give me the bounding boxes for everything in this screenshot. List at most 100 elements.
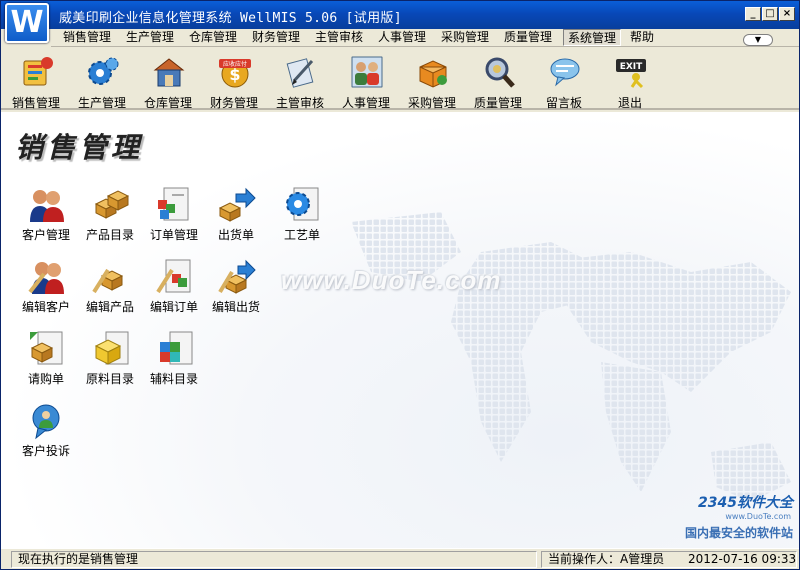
minimize-button[interactable]: _ [745, 7, 761, 21]
func-edit-shipping[interactable]: 编辑出货 [201, 258, 271, 320]
toolbar-message-board-button[interactable]: 留言板 [533, 53, 595, 110]
toolbar-label: 财务管理 [209, 96, 258, 110]
menu-purchase[interactable]: 采购管理 [437, 29, 493, 46]
process-sheet-icon [286, 187, 319, 221]
func-order-management[interactable]: 订单管理 [139, 186, 209, 248]
toolbar-label: 生产管理 [77, 96, 126, 110]
toolbar-purchase-button[interactable]: 采购管理 [401, 53, 463, 110]
requisition-icon [30, 331, 63, 365]
shipping-icon [218, 187, 256, 222]
app-logo: W [5, 3, 49, 43]
func-requisition[interactable]: 请购单 [11, 330, 81, 392]
func-auxiliary-material-catalog[interactable]: 辅料目录 [139, 330, 209, 392]
func-customer-management[interactable]: 客户管理 [11, 186, 81, 248]
edit-shipping-icon [218, 259, 256, 294]
func-label: 订单管理 [149, 228, 198, 242]
func-label: 客户投诉 [21, 444, 70, 458]
func-label: 工艺单 [283, 228, 320, 242]
func-product-catalog[interactable]: 产品目录 [75, 186, 145, 248]
func-label: 客户管理 [21, 228, 70, 242]
menu-warehouse[interactable]: 仓库管理 [185, 29, 241, 46]
menu-system[interactable]: 系统管理 [563, 29, 622, 46]
complaint-icon [32, 404, 60, 440]
customers-icon [30, 190, 64, 222]
product-catalog-icon [94, 190, 130, 219]
personnel-icon [351, 56, 383, 88]
func-label: 产品目录 [85, 228, 134, 242]
raw-material-icon [94, 331, 129, 365]
toolbar-exit-button[interactable]: EXIT 退出 [599, 53, 661, 110]
func-edit-customer[interactable]: 编辑客户 [11, 258, 81, 320]
main-workspace: 销售管理 www.DuoTe.com 客户管理 产品目录 订单管理 出货单 工艺… [1, 112, 799, 548]
status-operator: 当前操作人：A管理员 [548, 552, 665, 566]
gear-production-icon [88, 57, 119, 85]
close-button[interactable]: × [779, 7, 795, 21]
window-title: 威美印刷企业信息化管理系统 WellMIS 5.06 [试用版] [59, 11, 402, 26]
edit-product-icon [92, 268, 124, 294]
toolbar-production-button[interactable]: 生产管理 [71, 53, 133, 110]
menu-expand-icon[interactable]: ▼ [743, 34, 773, 46]
toolbar-finance-button[interactable]: $ 应收应付 财务管理 [203, 53, 265, 110]
title-bar: 威美印刷企业信息化管理系统 WellMIS 5.06 [试用版] _ □ × [1, 1, 799, 29]
menu-finance[interactable]: 财务管理 [248, 29, 304, 46]
order-icon [158, 187, 189, 221]
app-window: 威美印刷企业信息化管理系统 WellMIS 5.06 [试用版] _ □ × W… [0, 0, 800, 570]
func-raw-material-catalog[interactable]: 原料目录 [75, 330, 145, 392]
menu-help[interactable]: 帮助 [626, 29, 658, 46]
auxiliary-material-icon [160, 331, 193, 365]
exit-icon: EXIT [616, 59, 646, 89]
status-bar: 现在执行的是销售管理 当前操作人：A管理员 2012-07-16 09:33 [1, 548, 799, 569]
toolbar-label: 主管审核 [275, 96, 324, 110]
menu-quality[interactable]: 质量管理 [500, 29, 556, 46]
edit-order-icon [156, 259, 191, 294]
func-label: 辅料目录 [149, 372, 198, 386]
menu-production[interactable]: 生产管理 [122, 29, 178, 46]
page-title: 销售管理 [15, 131, 144, 164]
toolbar-label: 销售管理 [11, 96, 60, 110]
review-icon [286, 58, 314, 88]
toolbar-quality-button[interactable]: 质量管理 [467, 53, 529, 110]
watermark-text: www.DuoTe.com [281, 265, 502, 295]
menu-personnel[interactable]: 人事管理 [374, 29, 430, 46]
toolbar-warehouse-button[interactable]: 仓库管理 [137, 53, 199, 110]
func-edit-order[interactable]: 编辑订单 [139, 258, 209, 320]
func-label: 请购单 [27, 372, 64, 386]
func-label: 编辑产品 [85, 300, 134, 314]
corner-watermark-logo: 2345软件大全 www.DuoTe.com 国内最安全的软件站 [653, 492, 793, 544]
func-shipping-order[interactable]: 出货单 [201, 186, 271, 248]
func-label: 原料目录 [85, 372, 134, 386]
finance-icon: $ 应收应付 [219, 59, 251, 88]
corner-logo-slogan: 国内最安全的软件站 [684, 526, 793, 540]
maximize-button[interactable]: □ [762, 7, 778, 21]
toolbar-personnel-button[interactable]: 人事管理 [335, 53, 397, 110]
toolbar-review-button[interactable]: 主管审核 [269, 53, 331, 110]
status-datetime: 2012-07-16 09:33 [688, 552, 797, 566]
func-edit-product[interactable]: 编辑产品 [75, 258, 145, 320]
func-label: 编辑订单 [149, 300, 198, 314]
toolbar-label: 留言板 [545, 96, 582, 110]
corner-logo-title: 2345软件大全 [698, 495, 793, 511]
toolbar-sales-button[interactable]: 销售管理 [5, 53, 67, 110]
func-customer-complaint[interactable]: 客户投诉 [11, 402, 81, 464]
finance-badge: 应收应付 [223, 60, 247, 68]
warehouse-icon [153, 58, 185, 87]
func-label: 编辑客户 [21, 300, 70, 314]
exit-badge: EXIT [620, 62, 643, 72]
toolbar-label: 质量管理 [473, 96, 522, 110]
toolbar-label: 仓库管理 [143, 96, 192, 110]
sales-icon [23, 57, 53, 86]
toolbar-label: 人事管理 [341, 96, 390, 110]
status-current-task: 现在执行的是销售管理 [11, 551, 537, 568]
menu-bar: 销售管理 生产管理 仓库管理 财务管理 主管审核 人事管理 采购管理 质量管理 … [51, 29, 799, 47]
func-process-sheet[interactable]: 工艺单 [267, 186, 337, 248]
menu-sales[interactable]: 销售管理 [59, 29, 115, 46]
purchase-icon [419, 60, 447, 88]
menu-supervisor-review[interactable]: 主管审核 [311, 29, 367, 46]
func-label: 编辑出货 [211, 300, 260, 314]
toolbar-label: 采购管理 [407, 96, 456, 110]
quality-icon [485, 57, 515, 88]
toolbar: 销售管理 生产管理 仓库管理 $ 应收应付 财务管理 主管审核 人事管理 采购管… [1, 48, 799, 110]
edit-customer-icon [28, 262, 64, 294]
status-right-pane: 当前操作人：A管理员 2012-07-16 09:33 [541, 551, 797, 568]
toolbar-label: 退出 [617, 96, 642, 110]
